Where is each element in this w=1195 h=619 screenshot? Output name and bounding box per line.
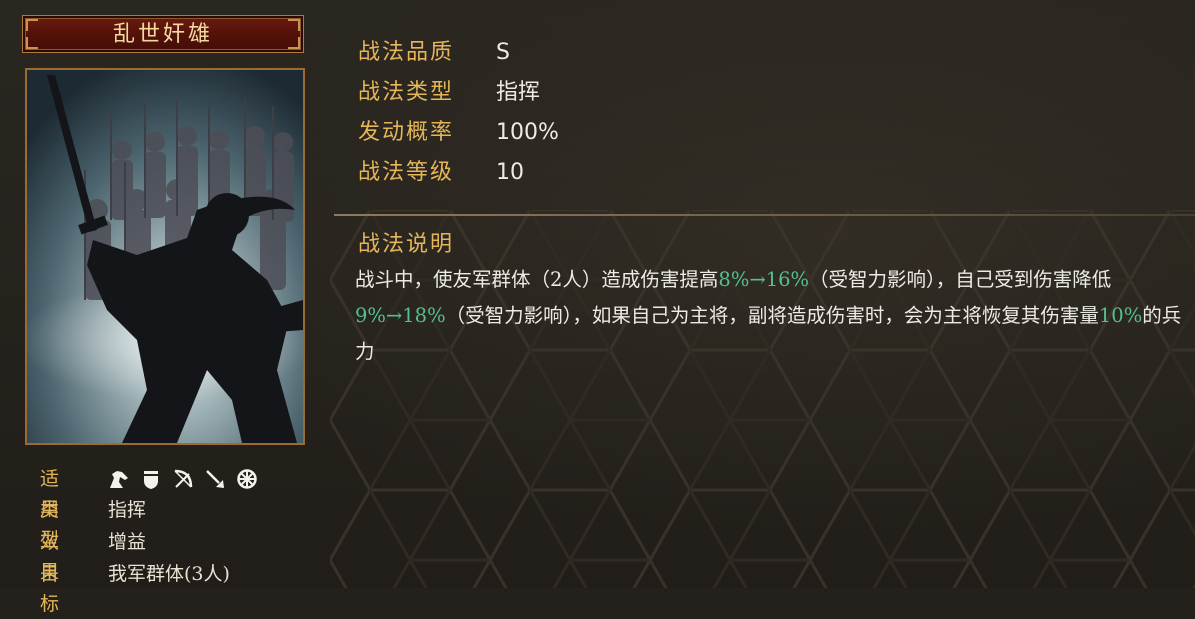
skill-title-plate: 乱世奸雄 <box>22 15 304 53</box>
desc-highlight-damage-reduction: 9%→18% <box>355 304 446 327</box>
shield-icon <box>140 468 162 490</box>
unit-type-icons <box>108 464 258 494</box>
cavalry-icon <box>108 468 130 490</box>
quality-label: 战法品质 <box>358 40 455 65</box>
desc-segment: （受智力影响），如果自己为主将，副将造成伤害时，会为主将恢复其伤害量 <box>445 304 1099 327</box>
quality-value: S <box>496 40 510 65</box>
skill-name: 乱世奸雄 <box>112 22 213 47</box>
type-value: 指挥 <box>108 499 147 521</box>
section-divider <box>334 214 1195 216</box>
description-title: 战法说明 <box>358 232 455 257</box>
desc-highlight-damage-boost: 8%→16% <box>718 268 810 291</box>
bow-icon <box>172 468 194 490</box>
desc-highlight-heal-ratio: 10% <box>1098 304 1143 327</box>
category-label: 战法类型 <box>358 80 455 105</box>
category-value: 指挥 <box>496 80 541 105</box>
siege-wheel-icon <box>236 468 258 490</box>
rate-value: 100% <box>496 120 559 145</box>
level-value: 10 <box>496 160 524 185</box>
rate-label: 发动概率 <box>358 120 455 145</box>
desc-segment: 战斗中，使友军群体（2人）造成伤害提高 <box>355 268 719 291</box>
skill-card-illustration <box>25 68 305 445</box>
effect-value: 增益 <box>108 531 147 553</box>
description-text: 战斗中，使友军群体（2人）造成伤害提高8%→16%（受智力影响），自己受到伤害降… <box>355 262 1185 370</box>
target-value: 我军群体(3人) <box>108 563 230 585</box>
target-label: 目标 <box>40 563 64 615</box>
desc-segment: （受智力影响），自己受到伤害降低 <box>809 268 1112 291</box>
level-label: 战法等级 <box>358 160 455 185</box>
spear-icon <box>204 468 226 490</box>
